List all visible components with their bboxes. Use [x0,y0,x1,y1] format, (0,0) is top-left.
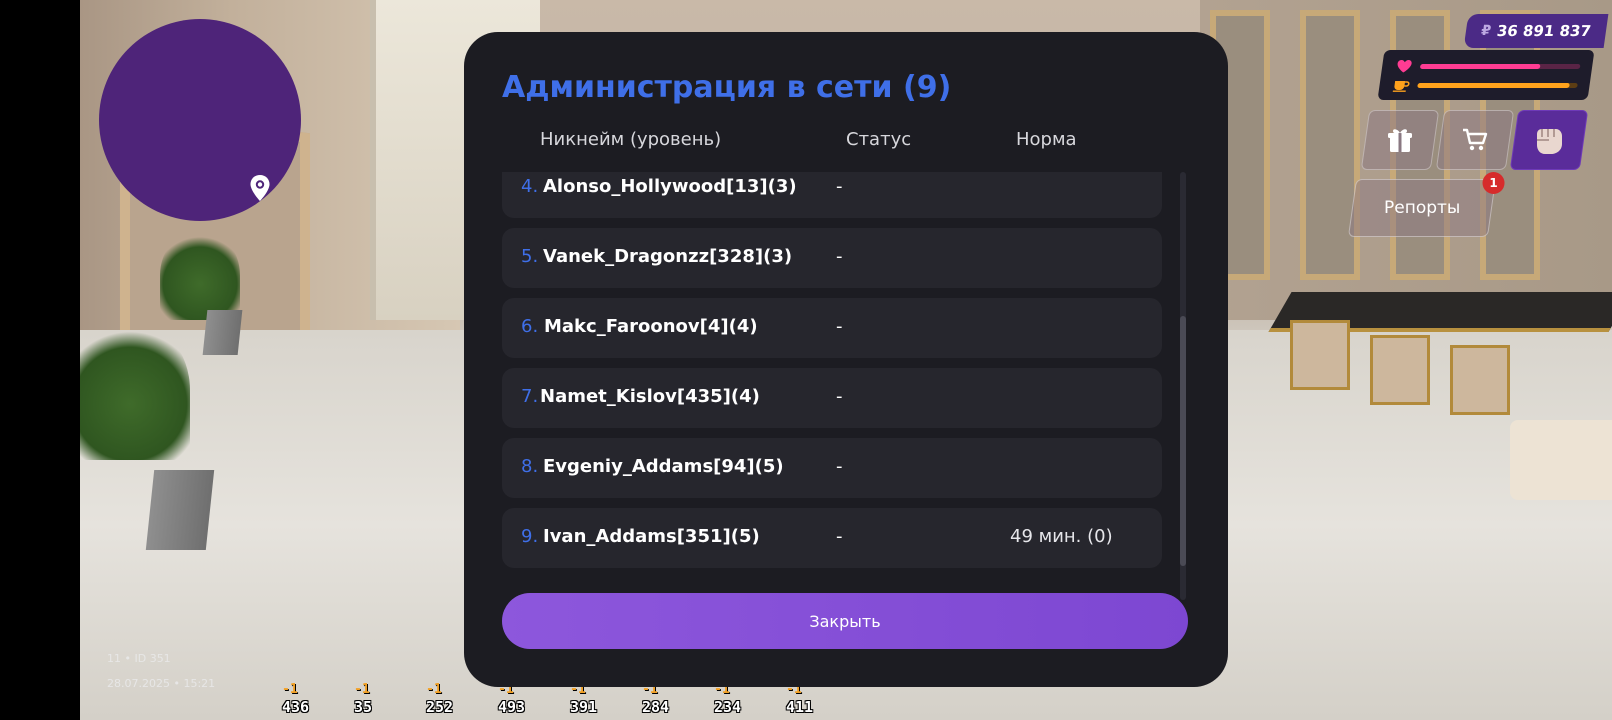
reports-count-badge: 1 [1482,172,1505,194]
plant [160,230,240,320]
row-status: - [836,176,843,197]
gift-icon [1388,129,1412,152]
slot-count: 436 [282,698,310,716]
close-button[interactable]: Закрыть [502,593,1188,649]
list-item[interactable]: 8. Evgeniy_Addams[94](5) - [502,438,1162,498]
slot-count: 391 [570,698,598,716]
player-id-label: 11 • ID 351 [107,652,171,665]
slot-delta: -1 [282,682,298,697]
slot-count: 234 [714,698,742,716]
row-status: - [836,246,843,267]
row-nickname: Ivan_Addams[351](5) [543,526,760,547]
row-norm: 49 мин. (0) [1010,526,1113,547]
cart-icon [1463,128,1488,151]
list-scrollbar[interactable] [1180,172,1186,600]
slot-count: 35 [354,698,373,716]
list-item[interactable]: 4. Alonso_Hollywood[13](3) - [502,172,1162,218]
plant [80,320,190,460]
row-nickname: Alonso_Hollywood[13](3) [543,176,797,197]
reports-label: Репорты [1383,198,1461,218]
plant-pot [202,310,243,355]
row-index: 5. [521,246,539,267]
row-status: - [836,316,843,337]
datetime-label: 28.07.2025 • 15:21 [107,677,216,690]
scrollbar-thumb[interactable] [1180,316,1186,566]
row-index: 7. [521,386,539,407]
inventory-slot: -1 234 [714,683,774,716]
inventory-slot: -1 391 [570,683,630,716]
slot-count: 284 [642,698,670,716]
row-nickname: Namet_Kislov[435](4) [540,386,760,407]
inventory-slot: -1 493 [498,683,558,716]
dialog-title: Администрация в сети (9) [502,70,952,105]
column-header-norm: Норма [1016,129,1077,150]
inventory-slot: -1 35 [354,683,414,716]
list-item[interactable]: 6. Makc_Faroonov[4](4) - [502,298,1162,358]
vitals-panel [1377,50,1595,100]
row-index: 6. [521,316,539,337]
fist-icon [1537,129,1562,154]
wall-panel [1300,10,1360,280]
list-item[interactable]: 5. Vanek_Dragonzz[328](3) - [502,228,1162,288]
health-bar [1419,63,1581,69]
sofa [1510,420,1612,500]
chair [1370,335,1430,405]
shop-button[interactable] [1435,110,1515,170]
row-status: - [836,456,843,477]
inventory-slot: -1 252 [426,683,486,716]
row-index: 9. [521,526,539,547]
row-nickname: Makc_Faroonov[4](4) [544,316,758,337]
weapon-fist-button[interactable] [1509,110,1589,170]
list-item[interactable]: 7. Namet_Kislov[435](4) - [502,368,1162,428]
admin-online-dialog: Администрация в сети (9) Никнейм (уровен… [464,32,1228,687]
row-index: 8. [521,456,539,477]
reports-button[interactable]: Репорты 1 [1347,172,1505,237]
column-header-nickname: Никнейм (уровень) [540,129,722,150]
slot-count: 493 [498,698,526,716]
slot-count: 252 [426,698,454,716]
column-header-status: Статус [846,129,912,150]
money-display: ₽ 36 891 837 [1463,14,1609,48]
row-status: - [836,526,843,547]
gift-button[interactable] [1360,110,1440,170]
inventory-slot: -1 411 [786,683,846,716]
minimap[interactable] [99,19,301,221]
slot-count: 411 [786,698,814,716]
inventory-slot: -1 284 [642,683,702,716]
slot-delta: -1 [426,682,442,697]
hunger-bar [1417,82,1578,88]
row-nickname: Evgeniy_Addams[94](5) [543,456,784,477]
ruble-icon: ₽ [1480,23,1493,39]
inventory-slot: -1 436 [282,683,342,716]
slot-delta: -1 [354,682,370,697]
row-index: 4. [521,176,539,197]
admin-list[interactable]: 4. Alonso_Hollywood[13](3) - 5. Vanek_Dr… [502,172,1162,604]
money-amount: 36 891 837 [1495,22,1593,40]
list-item[interactable]: 9. Ivan_Addams[351](5) - 49 мин. (0) [502,508,1162,568]
heart-icon [1397,60,1412,73]
cup-icon [1392,81,1410,92]
location-pin-icon [250,175,270,201]
chair [1450,345,1510,415]
chair [1290,320,1350,390]
row-nickname: Vanek_Dragonzz[328](3) [543,246,793,267]
row-status: - [836,386,843,407]
plant-pot [145,470,215,550]
